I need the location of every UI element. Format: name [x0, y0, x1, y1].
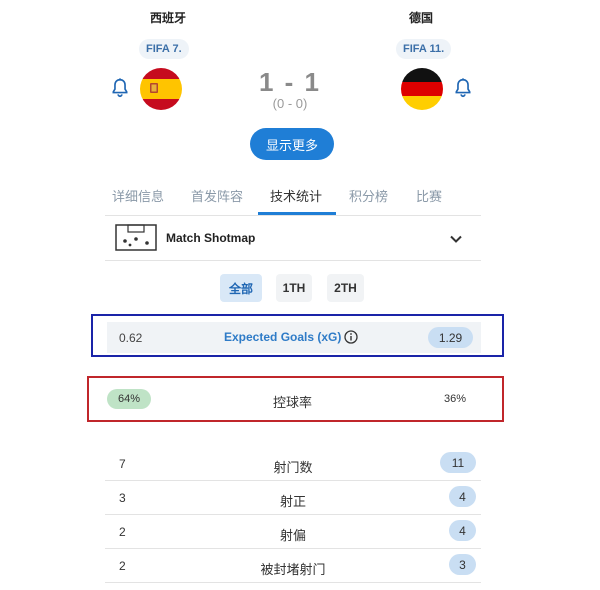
period-2th-button[interactable]: 2TH — [327, 274, 364, 302]
home-notification-bell-icon[interactable] — [109, 77, 131, 99]
period-1th-button[interactable]: 1TH — [276, 274, 312, 302]
possession-away-value: 36% — [444, 393, 467, 405]
show-more-button[interactable]: 显示更多 — [250, 128, 334, 160]
tab-bar: 详细信息 首发阵容 技术统计 积分榜 比赛 — [105, 172, 481, 216]
away-fifa-rank: FIFA 11. — [396, 39, 452, 59]
halftime-score: (0 - 0) — [272, 96, 308, 111]
possession-home-value: 64% — [107, 389, 151, 409]
shotmap-label: Match Shotmap — [166, 231, 256, 245]
home-team-name: 西班牙 — [149, 11, 186, 25]
stat-row-blocked-shots: 2 被封堵射门 3 — [105, 548, 481, 583]
away-notification-bell-icon[interactable] — [452, 77, 474, 99]
pitch-icon — [115, 224, 157, 251]
away-team-name: 德国 — [408, 11, 433, 25]
possession-label: 控球率 — [273, 395, 313, 410]
stat-row-shots-on-target: 3 射正 4 — [105, 480, 481, 515]
home-fifa-rank: FIFA 7. — [139, 39, 189, 59]
active-tab-indicator — [258, 212, 336, 215]
shotmap-toggle-row[interactable]: Match Shotmap — [105, 216, 481, 261]
tab-details[interactable]: 详细信息 — [112, 186, 164, 205]
spain-flag-icon — [140, 68, 182, 110]
tab-matches[interactable]: 比赛 — [416, 186, 442, 205]
period-all-button[interactable]: 全部 — [220, 274, 262, 302]
stat-label: 射正 — [279, 494, 306, 509]
stat-away-value: 3 — [449, 554, 476, 575]
chevron-down-icon[interactable] — [449, 232, 463, 246]
info-icon[interactable] — [344, 330, 358, 344]
xg-home-value: 0.62 — [119, 331, 143, 345]
stat-row-shots-off-target: 2 射偏 4 — [105, 514, 481, 549]
stat-label: 被封堵射门 — [260, 562, 326, 577]
stat-away-value: 4 — [449, 486, 476, 507]
stat-label: 射门数 — [273, 460, 313, 475]
tab-lineups[interactable]: 首发阵容 — [191, 186, 243, 205]
stat-away-value: 4 — [449, 520, 476, 541]
tab-stats[interactable]: 技术统计 — [270, 186, 322, 205]
match-score: 1 - 1 — [258, 67, 322, 97]
germany-flag-icon — [401, 68, 443, 110]
xg-away-value: 1.29 — [428, 327, 473, 348]
stat-row-shots: 7 射门数 11 — [105, 446, 481, 481]
tab-standings[interactable]: 积分榜 — [349, 186, 388, 205]
stat-label: 射偏 — [279, 528, 306, 543]
stat-row-xg: 0.62 Expected Goals (xG) 1.29 — [107, 322, 481, 353]
stat-away-value: 11 — [440, 452, 476, 473]
xg-label: Expected Goals (xG) — [224, 330, 342, 344]
